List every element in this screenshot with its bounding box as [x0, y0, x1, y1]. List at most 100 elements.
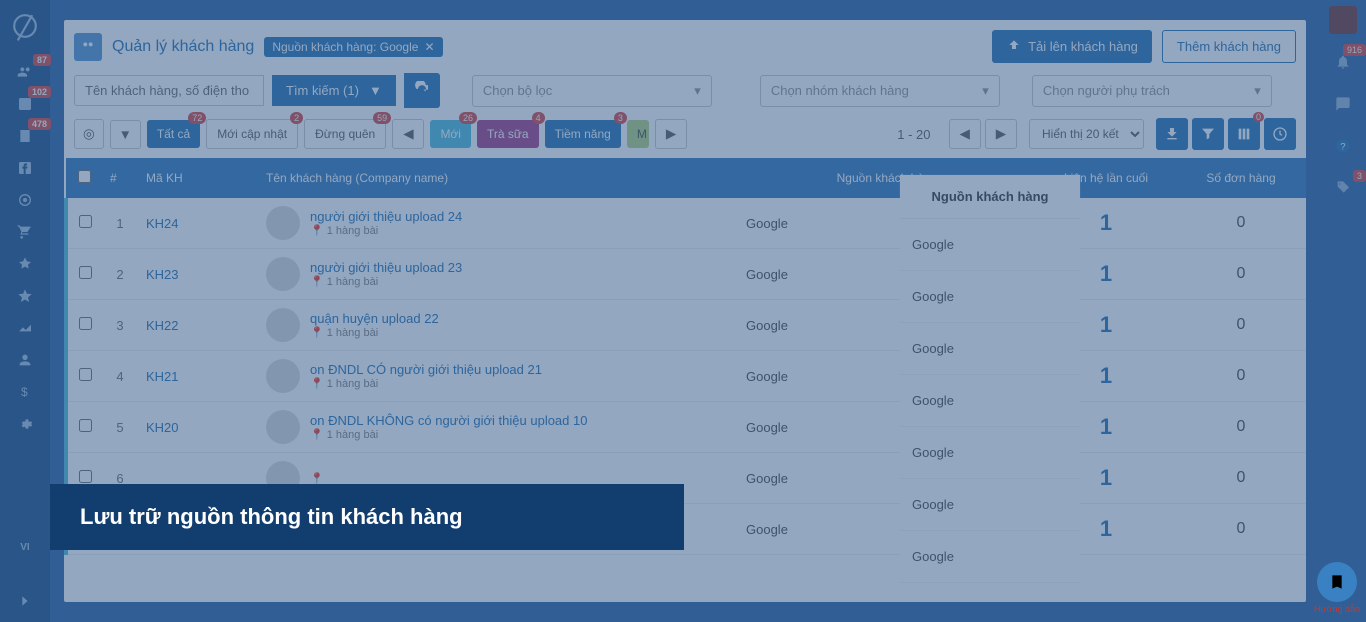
search-row: Tìm kiếm (1)▼ Chọn bộ lọc▾ Chọn nhóm khá… [64, 73, 1306, 118]
avatar [266, 359, 300, 393]
search-input[interactable] [74, 75, 264, 106]
show-select[interactable]: Hiển thị 20 kết [1029, 119, 1144, 149]
row-checkbox[interactable] [79, 470, 92, 483]
nav-users[interactable]: 87 [7, 56, 43, 88]
add-button[interactable]: Thêm khách hàng [1162, 30, 1296, 63]
nav-badge-3: 478 [28, 118, 51, 130]
table-row[interactable]: 3 KH22 quận huyện upload 22📍 1 hàng bài … [66, 300, 1306, 351]
customer-sub: 📍 1 hàng bài [310, 377, 542, 390]
tabs-row: ◎ ▼ Tất cả72 Mới cập nhật2 Đừng quên59 ◀… [64, 118, 1306, 158]
nav-target[interactable] [7, 184, 43, 216]
tab-potential[interactable]: Tiềm năng3 [545, 120, 621, 148]
customer-sub: 📍 [310, 472, 324, 485]
page-next[interactable]: ▶ [985, 119, 1017, 149]
nav-badge-2: 102 [28, 86, 51, 98]
tab-prev[interactable]: ◀ [392, 119, 424, 149]
avatar [266, 206, 300, 240]
row-checkbox[interactable] [79, 419, 92, 432]
row-checkbox[interactable] [79, 317, 92, 330]
customer-name[interactable]: on ĐNDL CÓ người giới thiệu upload 21 [310, 362, 542, 377]
row-checkbox[interactable] [79, 215, 92, 228]
customer-code[interactable]: KH24 [146, 216, 179, 231]
caret-button[interactable]: ▼ [110, 120, 141, 149]
page-prev[interactable]: ◀ [949, 119, 981, 149]
customer-code[interactable]: KH23 [146, 267, 179, 282]
avatar [266, 257, 300, 291]
nav-reports[interactable]: 478 [7, 120, 43, 152]
nav-orders[interactable]: 102 [7, 88, 43, 120]
nav-dollar[interactable]: $ [7, 376, 43, 408]
select-all-checkbox[interactable] [78, 170, 91, 183]
help-icon[interactable]: ? [1328, 132, 1358, 160]
clock-icon[interactable] [1264, 118, 1296, 150]
expand-sidebar[interactable] [17, 593, 33, 614]
tab-all-label: Tất cả [157, 127, 190, 141]
customer-name[interactable]: on ĐNDL KHÔNG có người giới thiệu upload… [310, 413, 587, 428]
lang-label[interactable]: VI [20, 542, 29, 553]
close-icon[interactable]: ✕ [424, 40, 434, 54]
tab-new[interactable]: Mới26 [430, 120, 471, 148]
svg-text:$: $ [21, 385, 28, 399]
tab-all[interactable]: Tất cả72 [147, 120, 200, 148]
chat-icon[interactable] [1328, 90, 1358, 118]
user-avatar[interactable] [1329, 6, 1357, 34]
orders-cell: 0 [1176, 300, 1306, 351]
refresh-button[interactable] [404, 73, 440, 108]
help-label: Hướng dẫn [1312, 604, 1362, 614]
filter-icon[interactable] [1192, 118, 1224, 150]
row-num: 4 [102, 351, 138, 402]
avatar [266, 308, 300, 342]
customer-name[interactable]: người giới thiệu upload 24 [310, 209, 462, 224]
download-icon[interactable] [1156, 118, 1188, 150]
assignee-select[interactable]: Chọn người phụ trách▾ [1032, 75, 1272, 107]
highlight-cell: Google [900, 427, 1080, 479]
customer-name[interactable]: quận huyện upload 22 [310, 311, 439, 326]
tab-tea[interactable]: Trà sữa4 [477, 120, 539, 148]
highlight-cell: Google [900, 323, 1080, 375]
customer-sub: 📍 1 hàng bài [310, 224, 462, 237]
filter-chip[interactable]: Nguồn khách hàng: Google ✕ [264, 37, 442, 57]
row-checkbox[interactable] [79, 368, 92, 381]
nav-facebook[interactable] [7, 152, 43, 184]
orders-cell: 0 [1176, 453, 1306, 504]
left-sidebar: 87 102 478 $ VI [0, 0, 50, 622]
nav-money[interactable] [7, 248, 43, 280]
table-row[interactable]: 5 KH20 on ĐNDL KHÔNG có người giới thiệu… [66, 402, 1306, 453]
tab-new-label: Mới [440, 127, 461, 141]
bell-icon[interactable]: 916 [1328, 48, 1358, 76]
tab-m[interactable]: M [627, 120, 649, 148]
nav-settings[interactable] [7, 408, 43, 440]
tab-next[interactable]: ▶ [655, 119, 687, 149]
app-logo[interactable] [7, 8, 43, 44]
table-row[interactable]: 2 KH23 người giới thiệu upload 23📍 1 hàn… [66, 249, 1306, 300]
search-button[interactable]: Tìm kiếm (1)▼ [272, 75, 396, 106]
filter-select[interactable]: Chọn bộ lọc▾ [472, 75, 712, 107]
upload-button[interactable]: Tải lên khách hàng [992, 30, 1152, 63]
customer-code[interactable]: KH20 [146, 420, 179, 435]
tab-potential-badge: 3 [614, 112, 627, 124]
tag-icon[interactable]: 3 [1328, 174, 1358, 202]
highlight-cell: Google [900, 531, 1080, 583]
nav-chart[interactable] [7, 312, 43, 344]
highlight-cell: Google [900, 219, 1080, 271]
tab-dont[interactable]: Đừng quên59 [304, 119, 386, 149]
bullseye-button[interactable]: ◎ [74, 119, 104, 149]
nav-person[interactable] [7, 344, 43, 376]
table-row[interactable]: 1 KH24 người giới thiệu upload 24📍 1 hàn… [66, 198, 1306, 249]
nav-cart[interactable] [7, 216, 43, 248]
group-select[interactable]: Chọn nhóm khách hàng▾ [760, 75, 1000, 107]
group-select-label: Chọn nhóm khách hàng [771, 83, 909, 98]
row-checkbox[interactable] [79, 266, 92, 279]
table-row[interactable]: 4 KH21 on ĐNDL CÓ người giới thiệu uploa… [66, 351, 1306, 402]
filter-chip-label: Nguồn khách hàng: Google [272, 40, 418, 54]
nav-star[interactable] [7, 280, 43, 312]
tab-new-badge: 26 [459, 112, 477, 124]
tab-update[interactable]: Mới cập nhật2 [206, 119, 298, 149]
help-button[interactable]: Hướng dẫn [1312, 562, 1362, 614]
columns-icon[interactable]: 0 [1228, 118, 1260, 150]
customer-code[interactable]: KH22 [146, 318, 179, 333]
highlight-header: Nguồn khách hàng [900, 175, 1080, 219]
customer-name[interactable]: người giới thiệu upload 23 [310, 260, 462, 275]
orders-cell: 0 [1176, 351, 1306, 402]
customer-code[interactable]: KH21 [146, 369, 179, 384]
